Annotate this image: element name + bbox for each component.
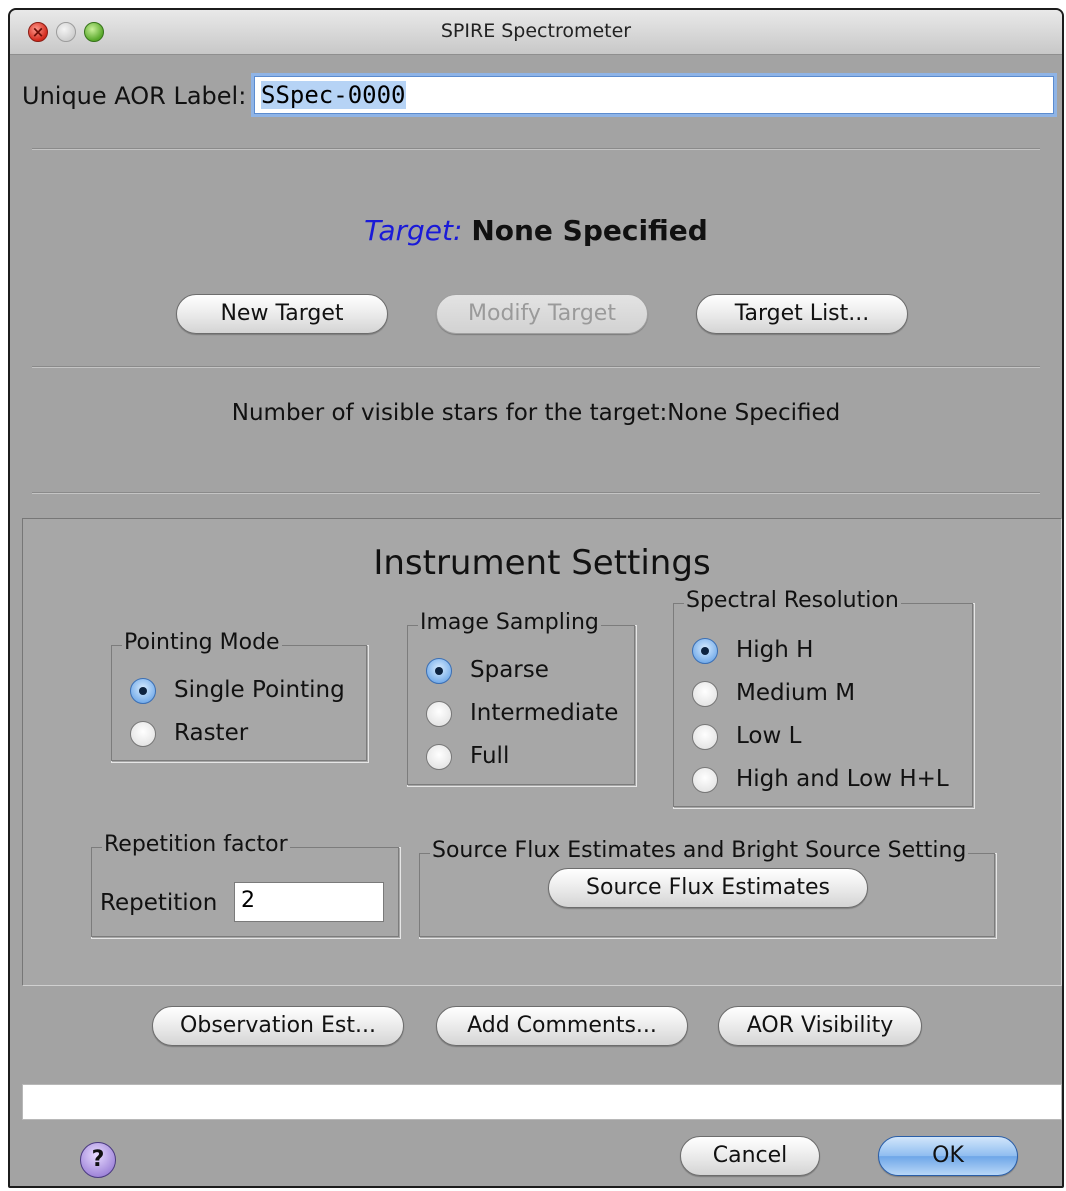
pointing-mode-group: Pointing Mode Single Pointing Raster — [111, 630, 369, 763]
divider-middle — [32, 366, 1040, 368]
radio-low-l[interactable] — [692, 724, 718, 750]
radio-sparse[interactable] — [426, 658, 452, 684]
radio-label-single-pointing: Single Pointing — [174, 677, 345, 703]
window-title: SPIRE Spectrometer — [440, 20, 632, 42]
repetition-input[interactable]: 2 — [234, 882, 384, 922]
instrument-settings-panel: Instrument Settings Pointing Mode Single… — [22, 518, 1062, 986]
new-target-button[interactable]: New Target — [176, 294, 388, 334]
pointing-mode-title: Pointing Mode — [122, 630, 282, 655]
image-sampling-title: Image Sampling — [418, 610, 601, 635]
radio-raster[interactable] — [130, 721, 156, 747]
radio-single-pointing[interactable] — [130, 678, 156, 704]
aor-label-input[interactable]: SSpec-0000 — [254, 76, 1054, 114]
status-message-field — [22, 1084, 1062, 1120]
source-flux-title: Source Flux Estimates and Bright Source … — [430, 838, 969, 863]
aor-visibility-button[interactable]: AOR Visibility — [718, 1006, 922, 1046]
radio-label-intermediate: Intermediate — [470, 700, 619, 726]
spire-spectrometer-window: × SPIRE Spectrometer Unique AOR Label: S… — [8, 8, 1064, 1188]
observation-est-button[interactable]: Observation Est... — [152, 1006, 404, 1046]
source-flux-estimates-button[interactable]: Source Flux Estimates — [548, 868, 868, 908]
spectral-resolution-group: Spectral Resolution High H Medium M Low … — [673, 588, 975, 809]
target-heading: Target: None Specified — [10, 214, 1062, 247]
radio-label-raster: Raster — [174, 720, 249, 746]
target-prefix: Target: — [364, 214, 463, 247]
repetition-label: Repetition — [100, 890, 218, 916]
divider-bottom — [32, 492, 1040, 494]
radio-high-h[interactable] — [692, 638, 718, 664]
aor-label-value: SSpec-0000 — [261, 81, 406, 109]
radio-label-low-l: Low L — [736, 723, 802, 749]
target-value: None Specified — [471, 214, 708, 247]
radio-intermediate[interactable] — [426, 701, 452, 727]
source-flux-group: Source Flux Estimates and Bright Source … — [419, 838, 997, 939]
cancel-button[interactable]: Cancel — [680, 1136, 820, 1176]
radio-full[interactable] — [426, 744, 452, 770]
radio-label-sparse: Sparse — [470, 657, 549, 683]
spectral-resolution-title: Spectral Resolution — [684, 588, 901, 613]
divider-top — [32, 148, 1040, 150]
aor-label: Unique AOR Label: — [22, 82, 247, 110]
help-icon: ? — [91, 1147, 105, 1172]
radio-label-high-and-low: High and Low H+L — [736, 766, 949, 792]
ok-button[interactable]: OK — [878, 1136, 1018, 1176]
instrument-settings-title: Instrument Settings — [373, 543, 711, 583]
help-button[interactable]: ? — [80, 1142, 116, 1178]
modify-target-button[interactable]: Modify Target — [436, 294, 648, 334]
image-sampling-group: Image Sampling Sparse Intermediate Full — [407, 610, 637, 787]
target-list-button[interactable]: Target List... — [696, 294, 908, 334]
radio-label-medium-m: Medium M — [736, 680, 856, 706]
visible-stars-text: Number of visible stars for the target:N… — [231, 400, 841, 426]
add-comments-button[interactable]: Add Comments... — [436, 1006, 688, 1046]
repetition-factor-title: Repetition factor — [102, 832, 290, 857]
radio-high-and-low[interactable] — [692, 767, 718, 793]
radio-label-full: Full — [470, 743, 510, 769]
title-bar: × SPIRE Spectrometer — [10, 10, 1062, 55]
repetition-factor-group: Repetition factor Repetition 2 — [91, 832, 401, 939]
radio-label-high-h: High H — [736, 637, 814, 663]
radio-medium-m[interactable] — [692, 681, 718, 707]
